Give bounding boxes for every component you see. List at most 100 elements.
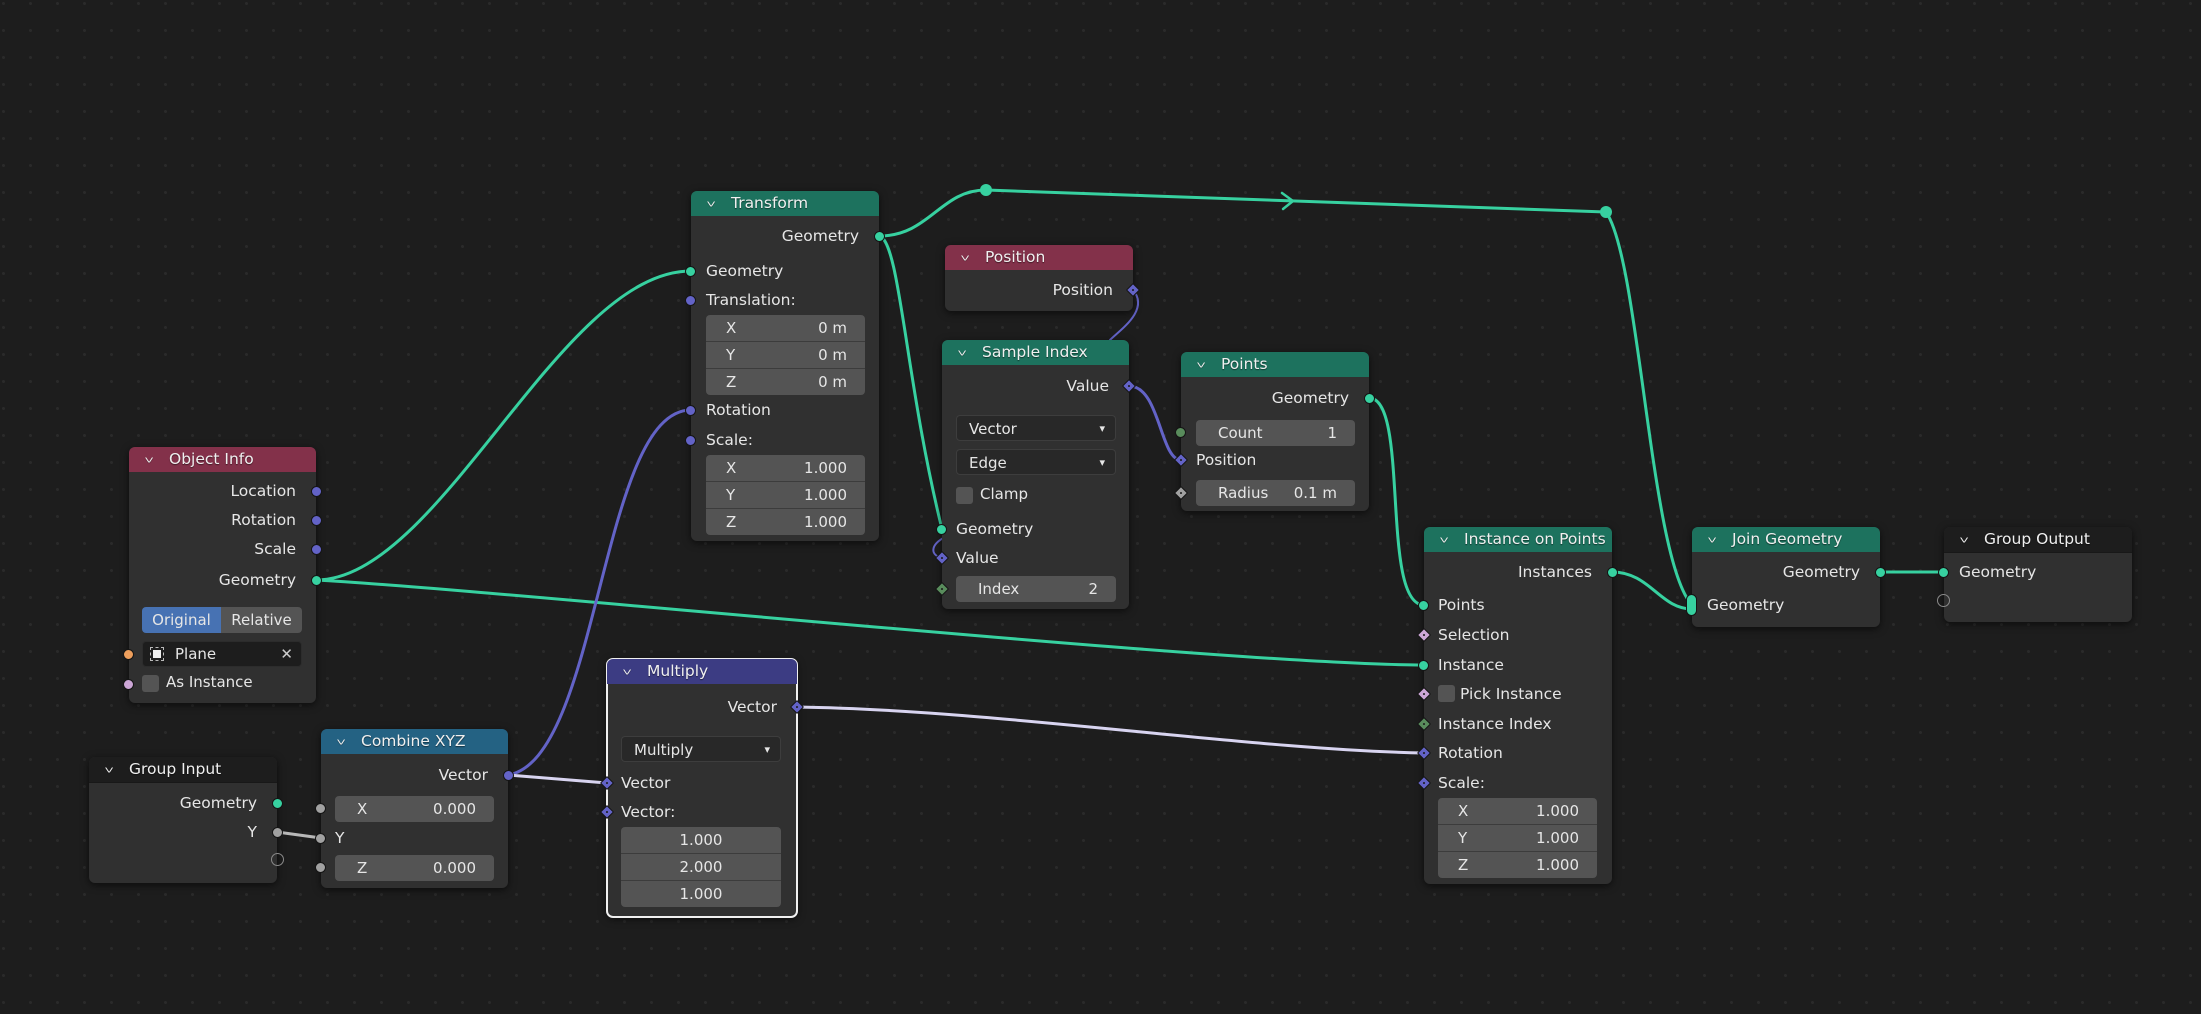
- chevron-down-icon[interactable]: V: [961, 251, 977, 266]
- socket-rotation[interactable]: [685, 405, 696, 416]
- socket-geometry[interactable]: [311, 575, 322, 586]
- link-combine-multiply[interactable]: [506, 773, 609, 785]
- socket-empty[interactable]: [1937, 594, 1950, 607]
- chevron-down-icon[interactable]: V: [707, 197, 723, 212]
- link-objectinfo-instance[interactable]: [314, 578, 1426, 667]
- object-field[interactable]: Plane ✕: [142, 641, 302, 667]
- node-object-info[interactable]: V Object Info Location Rotation Scale Geo…: [123, 447, 322, 703]
- node-header[interactable]: V Instance on Points: [1424, 527, 1612, 552]
- reroute-node[interactable]: [980, 184, 992, 196]
- original-option[interactable]: Original: [142, 607, 221, 633]
- socket-geometry-in[interactable]: [936, 524, 947, 535]
- node-header[interactable]: V Position: [945, 245, 1133, 270]
- node-header[interactable]: V Group Output: [1944, 527, 2132, 553]
- clear-icon[interactable]: ✕: [280, 642, 293, 666]
- link-reroute-reroute[interactable]: [984, 188, 1608, 214]
- socket-empty[interactable]: [271, 853, 284, 866]
- socket-geometry-out[interactable]: [1875, 567, 1886, 578]
- count-field[interactable]: Count 1: [1196, 420, 1355, 446]
- socket-geometry-out[interactable]: [1364, 393, 1375, 404]
- chevron-down-icon[interactable]: V: [958, 346, 974, 361]
- node-combine-xyz[interactable]: V Combine XYZ Vector X 0.000 Y Z 0.000: [315, 729, 514, 888]
- reroute-node[interactable]: [1600, 206, 1612, 218]
- link-reroute-join[interactable]: [1604, 210, 1694, 607]
- node-group-output[interactable]: V Group Output Geometry: [1937, 527, 2132, 622]
- socket-object[interactable]: [123, 649, 134, 660]
- socket-translation[interactable]: [685, 295, 696, 306]
- socket-count[interactable]: [1175, 427, 1186, 438]
- node-header[interactable]: V Sample Index: [942, 340, 1129, 365]
- node-header[interactable]: V Points: [1181, 352, 1369, 377]
- z-field[interactable]: Z 0.000: [335, 855, 494, 881]
- data-type-dropdown[interactable]: Vector ▾: [956, 415, 1116, 441]
- node-header[interactable]: V Object Info: [129, 447, 316, 472]
- link-multiply-iop[interactable]: [795, 705, 1426, 755]
- socket-y-out[interactable]: [272, 827, 283, 838]
- operation-dropdown[interactable]: Multiply ▾: [621, 736, 781, 762]
- vector-value-x[interactable]: 1.000: [621, 827, 781, 854]
- node-sample-index[interactable]: V Sample Index Value Vector ▾ Edge ▾ Clamp …: [934, 340, 1137, 609]
- socket-z[interactable]: [315, 862, 326, 873]
- chevron-down-icon[interactable]: V: [1708, 533, 1724, 548]
- scale-x[interactable]: X 1.000: [706, 455, 865, 482]
- radius-field[interactable]: Radius 0.1 m: [1196, 480, 1355, 506]
- node-header[interactable]: V Transform: [691, 191, 879, 216]
- translation-y[interactable]: Y 0 m: [706, 342, 865, 369]
- socket-geometry-in[interactable]: [1938, 567, 1949, 578]
- scale-z[interactable]: Z 1.000: [706, 509, 865, 535]
- link-transform-reroute[interactable]: [877, 188, 988, 238]
- node-multiply[interactable]: V Multiply Vector Multiply ▾ Vector Vector…: [599, 658, 805, 918]
- scale-z[interactable]: Z 1.000: [1438, 852, 1597, 878]
- scale-x[interactable]: X 1.000: [1438, 798, 1597, 825]
- vector-value-z[interactable]: 1.000: [621, 881, 781, 907]
- socket-geometry-multi-in[interactable]: [1686, 594, 1697, 616]
- as-instance-checkbox[interactable]: [142, 675, 159, 692]
- scale-y[interactable]: Y 1.000: [1438, 825, 1597, 852]
- clamp-checkbox[interactable]: [956, 487, 973, 504]
- socket-x[interactable]: [315, 803, 326, 814]
- socket-geometry-out[interactable]: [272, 798, 283, 809]
- socket-y[interactable]: [315, 833, 326, 844]
- x-field[interactable]: X 0.000: [335, 796, 494, 822]
- socket-instance[interactable]: [1418, 660, 1429, 671]
- socket-location[interactable]: [311, 486, 322, 497]
- translation-z[interactable]: Z 0 m: [706, 369, 865, 395]
- scale-y[interactable]: Y 1.000: [706, 482, 865, 509]
- node-transform[interactable]: V Transform Geometry Geometry Translation…: [685, 191, 885, 541]
- node-instance-on-points[interactable]: V Instance on Points Instances Points Sel…: [1416, 527, 1618, 884]
- chevron-down-icon[interactable]: V: [337, 735, 353, 750]
- socket-rotation[interactable]: [311, 515, 322, 526]
- node-header[interactable]: V Combine XYZ: [321, 729, 508, 754]
- link-points-iop[interactable]: [1367, 396, 1426, 607]
- vector-value-y[interactable]: 2.000: [621, 854, 781, 881]
- socket-as-instance[interactable]: [123, 679, 134, 690]
- socket-scale[interactable]: [685, 435, 696, 446]
- link-transform-sampleindex[interactable]: [877, 234, 944, 531]
- node-points[interactable]: V Points Geometry Count 1 Position Radius 0…: [1173, 352, 1375, 511]
- socket-vector-out[interactable]: [503, 770, 514, 781]
- link-iop-join[interactable]: [1610, 570, 1694, 611]
- node-join-geometry[interactable]: V Join Geometry Geometry Geometry: [1686, 527, 1886, 627]
- link-sampleindex-points[interactable]: [1127, 384, 1183, 462]
- chevron-down-icon[interactable]: V: [1960, 533, 1976, 548]
- socket-instances-out[interactable]: [1607, 567, 1618, 578]
- chevron-down-icon[interactable]: V: [623, 665, 639, 680]
- pick-instance-checkbox[interactable]: [1438, 685, 1455, 702]
- node-position[interactable]: V Position Position: [945, 245, 1141, 311]
- node-header[interactable]: V Group Input: [89, 757, 277, 783]
- chevron-down-icon[interactable]: V: [1197, 358, 1213, 373]
- socket-scale[interactable]: [311, 544, 322, 555]
- chevron-down-icon[interactable]: V: [1440, 533, 1456, 548]
- node-group-input[interactable]: V Group Input Geometry Y: [89, 757, 284, 883]
- chevron-down-icon[interactable]: V: [145, 453, 161, 468]
- translation-x[interactable]: X 0 m: [706, 315, 865, 342]
- link-objectinfo-transform[interactable]: [314, 269, 693, 582]
- socket-geometry-in[interactable]: [685, 266, 696, 277]
- chevron-down-icon[interactable]: V: [105, 763, 121, 778]
- node-header[interactable]: V Join Geometry: [1692, 527, 1880, 552]
- domain-dropdown[interactable]: Edge ▾: [956, 449, 1116, 475]
- socket-points[interactable]: [1418, 600, 1429, 611]
- node-header[interactable]: V Multiply: [607, 659, 797, 684]
- socket-geometry-out[interactable]: [874, 231, 885, 242]
- relative-option[interactable]: Relative: [221, 607, 302, 633]
